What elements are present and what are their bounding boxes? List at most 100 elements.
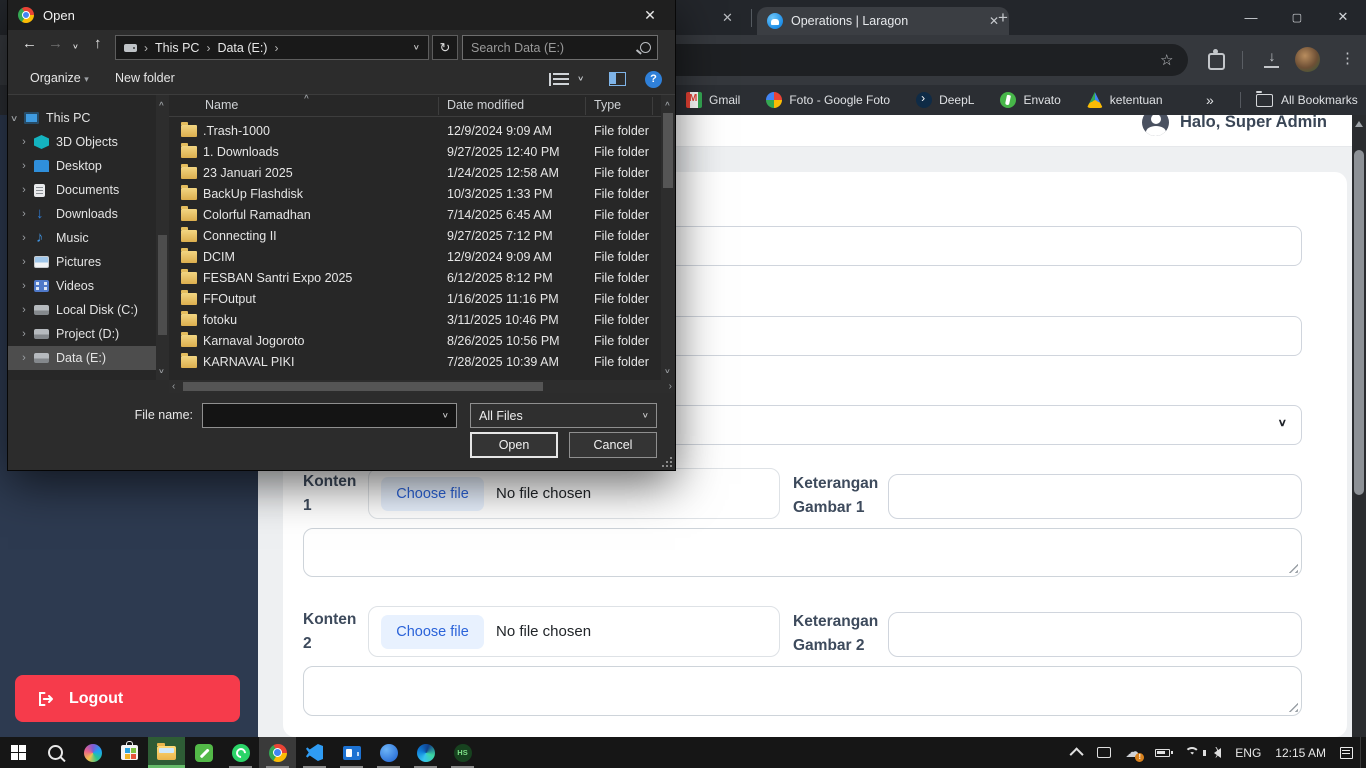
all-bookmarks-button[interactable]: All Bookmarks	[1256, 93, 1358, 107]
user-avatar-icon[interactable]	[1142, 115, 1169, 136]
column-separator[interactable]	[438, 97, 439, 115]
bookmark-google-photos[interactable]: Foto - Google Foto	[766, 92, 890, 108]
file-row[interactable]: 1. Downloads9/27/2025 12:40 PMFile folde…	[169, 141, 661, 162]
recent-locations-icon[interactable]: ∨	[72, 42, 79, 50]
bookmark-gmail[interactable]: Gmail	[686, 92, 740, 108]
tray-onedrive[interactable]: ☁	[1118, 737, 1148, 768]
chevron-expanded-icon[interactable]: ∨	[8, 113, 20, 123]
scroll-up-icon[interactable]: ∧	[664, 100, 671, 108]
textarea-resize-handle[interactable]	[1288, 702, 1298, 712]
forward-icon[interactable]: →	[48, 35, 63, 52]
file-row[interactable]: DCIM12/9/2024 9:09 AMFile folder	[169, 246, 661, 267]
window-maximize-button[interactable]: ▢	[1274, 0, 1320, 34]
keterangan-2-input[interactable]	[888, 612, 1302, 657]
tab-operations-laragon[interactable]: Operations | Laragon ✕	[757, 7, 1009, 35]
hidden-tab-close-icon[interactable]: ✕	[722, 10, 733, 26]
dialog-close-icon[interactable]: ✕	[635, 7, 665, 24]
tree-item-this-pc[interactable]: ∨ This PC	[8, 106, 156, 130]
taskbar-edge-button[interactable]	[407, 737, 444, 768]
textarea-resize-handle[interactable]	[1288, 563, 1298, 573]
file-row[interactable]: 23 Januari 20251/24/2025 12:58 AMFile fo…	[169, 162, 661, 183]
tray-volume[interactable]	[1207, 737, 1228, 768]
tree-item-desktop[interactable]: › Desktop	[8, 154, 156, 178]
search-icon[interactable]	[640, 42, 651, 53]
dialog-search-input[interactable]	[463, 41, 640, 55]
taskbar-store-button[interactable]	[111, 737, 148, 768]
konten-1-textarea[interactable]	[303, 528, 1302, 577]
chevron-collapsed-icon[interactable]: ›	[18, 184, 30, 196]
bookmarks-overflow-icon[interactable]: »	[1206, 92, 1214, 108]
file-row[interactable]: Colorful Ramadhan7/14/2025 6:45 AMFile f…	[169, 204, 661, 225]
address-dropdown-icon[interactable]: ∨	[413, 43, 420, 51]
browser-menu-icon[interactable]: ⋮	[1340, 49, 1355, 67]
choose-file-button-1[interactable]: Choose file	[381, 477, 484, 511]
window-minimize-button[interactable]: —	[1228, 0, 1274, 34]
tree-item-pictures[interactable]: › Pictures	[8, 250, 156, 274]
tray-language[interactable]: ENG	[1228, 737, 1268, 768]
change-view-icon[interactable]	[553, 73, 569, 86]
tree-item-videos[interactable]: › Videos	[8, 274, 156, 298]
tree-item-music[interactable]: › Music	[8, 226, 156, 250]
file-row[interactable]: .Trash-100012/9/2024 9:09 AMFile folder	[169, 120, 661, 141]
taskbar-notes-app-button[interactable]	[185, 737, 222, 768]
taskbar-whatsapp-button[interactable]	[222, 737, 259, 768]
breadcrumb[interactable]: › This PC › Data (E:) › ∨	[115, 35, 429, 60]
chevron-collapsed-icon[interactable]: ›	[18, 160, 30, 172]
choose-file-button-2[interactable]: Choose file	[381, 615, 484, 649]
taskbar-blue-app-button[interactable]	[370, 737, 407, 768]
column-name[interactable]: Name	[205, 98, 238, 112]
tree-item-downloads[interactable]: › Downloads	[8, 202, 156, 226]
new-folder-button[interactable]: New folder	[115, 71, 175, 85]
taskbar-search-button[interactable]	[37, 737, 74, 768]
taskbar-chrome-button[interactable]	[259, 737, 296, 768]
taskbar-heidisql-button[interactable]: HS	[444, 737, 481, 768]
start-button[interactable]	[0, 737, 37, 768]
new-tab-button[interactable]: +	[998, 8, 1008, 28]
file-row[interactable]: Connecting II9/27/2025 7:12 PMFile folde…	[169, 225, 661, 246]
file-name-combo[interactable]: ∨	[202, 403, 457, 428]
refresh-button[interactable]: ↻	[432, 35, 458, 60]
tree-item-3d-objects[interactable]: › 3D Objects	[8, 130, 156, 154]
column-separator[interactable]	[652, 97, 653, 115]
open-button[interactable]: Open	[470, 432, 558, 458]
resize-grip[interactable]	[662, 457, 672, 467]
preview-pane-icon[interactable]	[609, 72, 626, 86]
cancel-button[interactable]: Cancel	[569, 432, 657, 458]
bookmark-ketentuan[interactable]: ketentuan	[1087, 92, 1163, 108]
chevron-collapsed-icon[interactable]: ›	[18, 208, 30, 220]
tray-chevron-up[interactable]	[1066, 737, 1090, 768]
view-dropdown-icon[interactable]: ∨	[577, 75, 584, 83]
downloads-icon[interactable]: ↓	[1262, 48, 1282, 68]
file-name-input[interactable]	[203, 409, 442, 423]
list-scrollbar-thumb[interactable]	[663, 113, 673, 188]
up-icon[interactable]: ↑	[94, 35, 102, 52]
file-type-combo[interactable]: All Files ∨	[470, 403, 657, 428]
combo-dropdown-icon[interactable]: ∨	[442, 411, 449, 419]
column-type[interactable]: Type	[594, 98, 621, 112]
tray-clock[interactable]: 12:15 AM	[1268, 737, 1333, 768]
breadcrumb-this-pc[interactable]: This PC	[155, 41, 199, 55]
dialog-title-bar[interactable]: Open ✕	[8, 0, 675, 30]
show-desktop-button[interactable]	[1360, 737, 1366, 768]
help-icon[interactable]: ?	[645, 71, 662, 88]
scroll-up-icon[interactable]: ∧	[158, 100, 165, 108]
file-input-2[interactable]: Choose file No file chosen	[368, 606, 780, 657]
taskbar-vscode-button[interactable]	[296, 737, 333, 768]
file-input-1[interactable]: Choose file No file chosen	[368, 468, 780, 519]
extensions-icon[interactable]	[1208, 53, 1225, 70]
chevron-collapsed-icon[interactable]: ›	[18, 280, 30, 292]
chevron-collapsed-icon[interactable]: ›	[18, 136, 30, 148]
konten-2-textarea[interactable]	[303, 666, 1302, 716]
back-icon[interactable]: ←	[22, 35, 37, 52]
bookmark-envato[interactable]: Envato	[1000, 92, 1060, 108]
scroll-up-icon[interactable]	[1355, 121, 1363, 127]
column-date-modified[interactable]: Date modified	[447, 98, 524, 112]
taskbar-copilot-button[interactable]	[74, 737, 111, 768]
logout-button[interactable]: Logout	[15, 675, 240, 722]
bookmark-star-icon[interactable]: ☆	[1160, 51, 1173, 69]
bookmark-deepl[interactable]: DeepL	[916, 92, 974, 108]
tray-action-center[interactable]	[1333, 737, 1360, 768]
chevron-collapsed-icon[interactable]: ›	[18, 232, 30, 244]
combo-dropdown-icon[interactable]: ∨	[642, 411, 649, 419]
chevron-collapsed-icon[interactable]: ›	[18, 256, 30, 268]
